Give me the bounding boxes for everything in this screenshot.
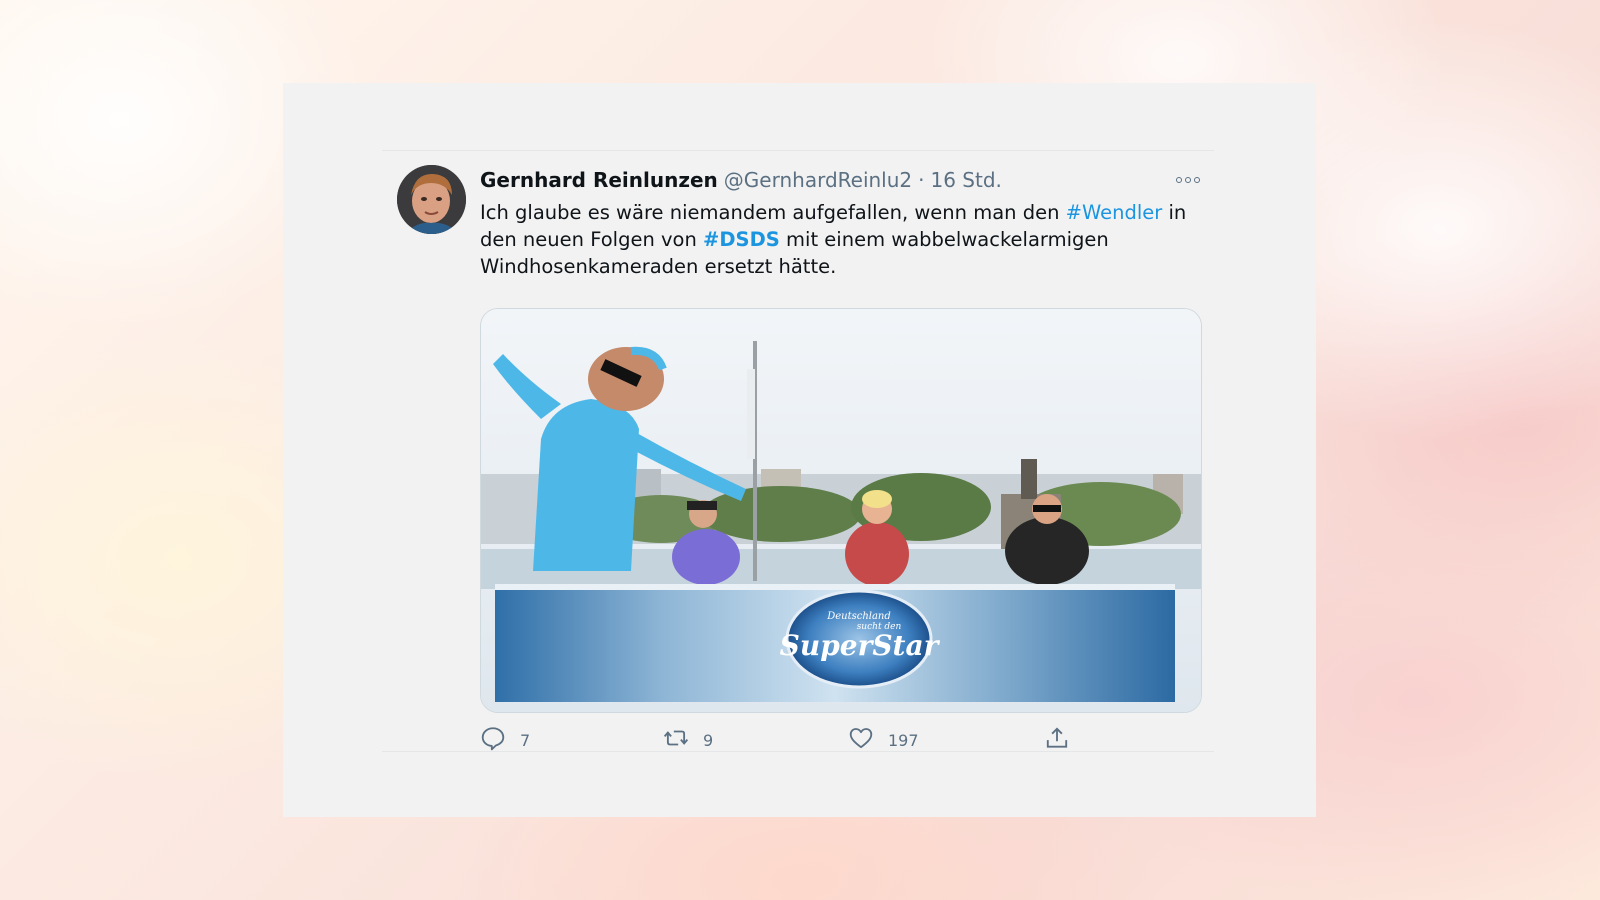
more-horizontal-icon[interactable] bbox=[1176, 173, 1200, 187]
timestamp[interactable]: 16 Std. bbox=[931, 165, 1002, 195]
tweet-text-part: Ich glaube es wäre niemandem aufgefallen… bbox=[480, 201, 1066, 224]
tweet-image[interactable]: Deutschland sucht den SuperStar bbox=[480, 308, 1202, 713]
heart-icon bbox=[849, 728, 873, 749]
hashtag-wendler[interactable]: #Wendler bbox=[1066, 201, 1163, 224]
reply-icon bbox=[481, 727, 505, 751]
like-count: 197 bbox=[888, 730, 919, 750]
reply-count: 7 bbox=[520, 730, 531, 750]
retweet-icon bbox=[663, 730, 689, 746]
tweet-actions: 7 9 197 bbox=[480, 721, 1200, 755]
hashtag-dsds[interactable]: #DSDS bbox=[703, 228, 780, 251]
avatar[interactable] bbox=[397, 165, 466, 234]
share-icon bbox=[1046, 727, 1068, 748]
user-handle[interactable]: @GernhardReinlu2 bbox=[724, 165, 912, 195]
retweet-button[interactable]: 9 bbox=[663, 721, 713, 755]
tweet-header: Gernhard Reinlunzen @GernhardReinlu2 · 1… bbox=[480, 165, 1200, 195]
share-button[interactable] bbox=[1044, 721, 1070, 755]
separator-dot: · bbox=[918, 168, 925, 192]
tweet-text: Ich glaube es wäre niemandem aufgefallen… bbox=[480, 199, 1200, 280]
display-name[interactable]: Gernhard Reinlunzen bbox=[480, 165, 718, 195]
logo-main: SuperStar bbox=[780, 629, 941, 662]
reply-button[interactable]: 7 bbox=[480, 721, 530, 755]
tweet-content: Gernhard Reinlunzen @GernhardReinlu2 · 1… bbox=[480, 165, 1202, 751]
like-button[interactable]: 197 bbox=[848, 721, 919, 755]
logo-line1: Deutschland bbox=[826, 611, 891, 622]
tweet-panel: Gernhard Reinlunzen @GernhardReinlu2 · 1… bbox=[283, 83, 1316, 817]
retweet-count: 9 bbox=[703, 730, 714, 750]
tweet[interactable]: Gernhard Reinlunzen @GernhardReinlu2 · 1… bbox=[382, 150, 1214, 752]
